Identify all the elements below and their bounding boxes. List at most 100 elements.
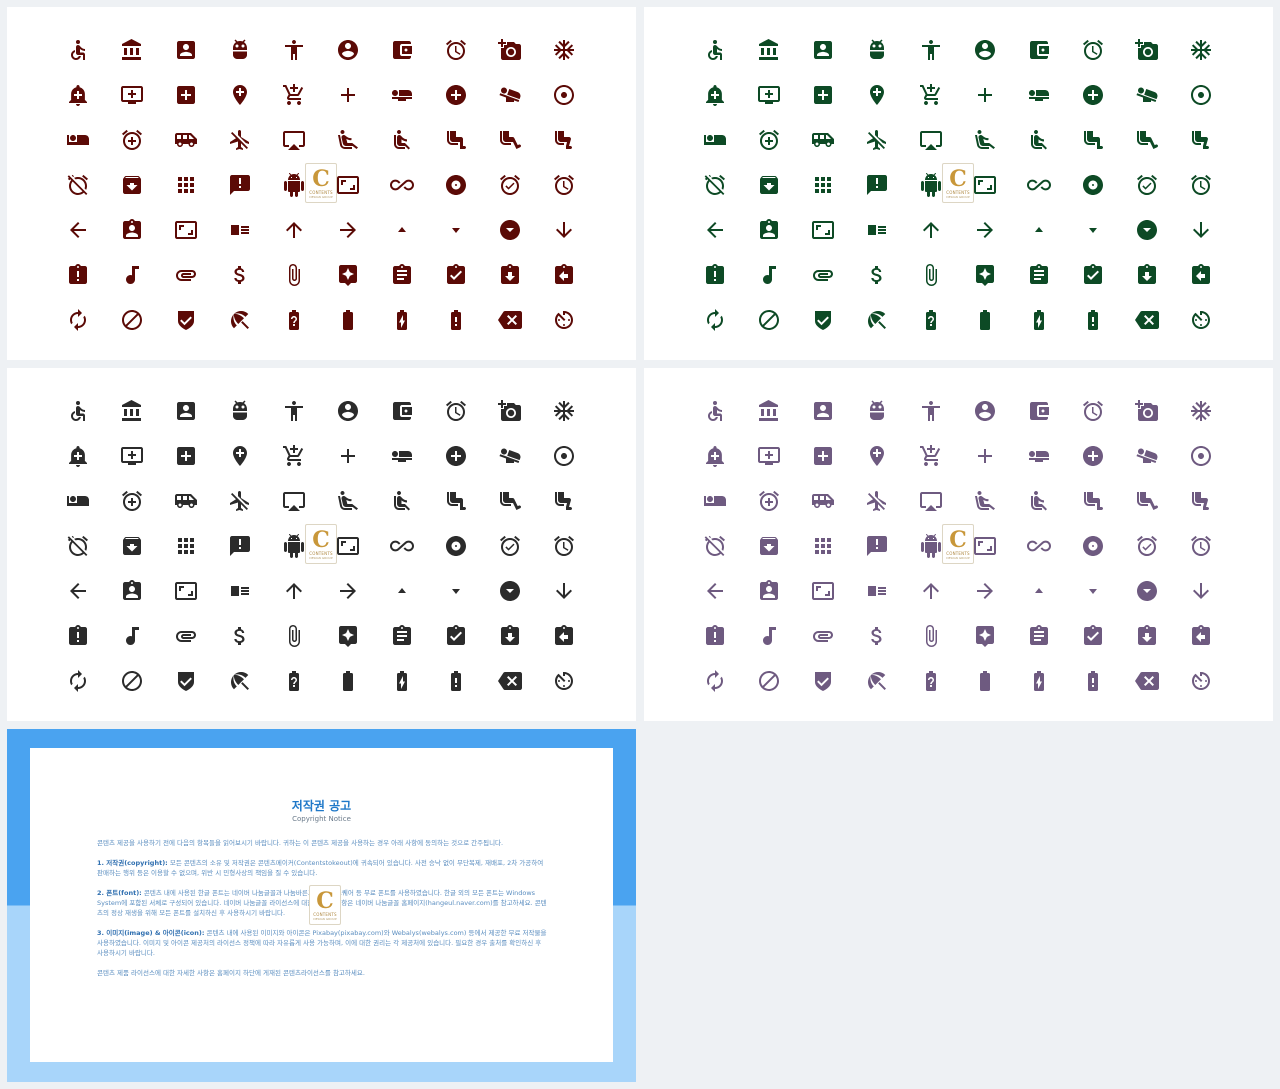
arrow-forward-icon <box>321 207 375 252</box>
assignment-ind-icon <box>105 568 159 613</box>
arrow-downward-icon <box>1174 207 1228 252</box>
section-label: 2. 폰트(font): <box>97 889 142 897</box>
attachment-icon <box>796 252 850 297</box>
audiotrack-icon <box>105 252 159 297</box>
alarm-icon <box>1066 27 1120 72</box>
airplay-icon <box>904 478 958 523</box>
assignment-returned-icon <box>1120 613 1174 658</box>
arrow-back-icon <box>51 568 105 613</box>
autorenew-icon <box>688 297 742 342</box>
access-alarm-icon <box>1174 523 1228 568</box>
all-inclusive-icon <box>375 162 429 207</box>
assignment-returned-icon <box>483 252 537 297</box>
autorenew-icon <box>51 658 105 703</box>
accessible-icon <box>51 388 105 433</box>
airline-seat-flat-icon <box>1012 72 1066 117</box>
watermark-logo: C CONTENTS DESIGN GROUP <box>942 524 974 564</box>
watermark-sub: DESIGN GROUP <box>946 555 970 560</box>
assignment-turned-in-icon <box>1066 613 1120 658</box>
battery-full-icon <box>321 658 375 703</box>
audiotrack-icon <box>742 252 796 297</box>
airline-seat-recline-normal-icon <box>375 117 429 162</box>
announcement-icon <box>213 162 267 207</box>
airline-seat-recline-normal-icon <box>375 478 429 523</box>
alarm-icon <box>429 27 483 72</box>
announcement-icon <box>213 523 267 568</box>
arrow-forward-icon <box>321 568 375 613</box>
assignment-icon <box>375 613 429 658</box>
announcement-icon <box>850 162 904 207</box>
assignment-ind-icon <box>105 207 159 252</box>
airport-shuttle-icon <box>159 478 213 523</box>
arrow-drop-up-icon <box>1012 207 1066 252</box>
bank-icon <box>742 27 796 72</box>
icon-slide-dark: C CONTENTS DESIGN GROUP <box>7 368 636 721</box>
adjust-icon <box>537 72 591 117</box>
aspect-icon <box>159 207 213 252</box>
assignment-turned-in-icon <box>429 613 483 658</box>
add-to-queue-icon <box>742 72 796 117</box>
airplanemode-inactive-icon <box>213 478 267 523</box>
alarm-add-icon <box>105 117 159 162</box>
airline-seat-individual-suite-icon <box>688 478 742 523</box>
airline-seat-legroom-reduced-icon <box>537 478 591 523</box>
arrow-forward-icon <box>958 568 1012 613</box>
airline-seat-legroom-reduced-icon <box>1174 478 1228 523</box>
airline-seat-individual-suite-icon <box>51 117 105 162</box>
attach-file-icon <box>904 252 958 297</box>
add-circle-icon <box>429 72 483 117</box>
ac-unit-icon <box>1174 27 1228 72</box>
assistant-icon <box>321 252 375 297</box>
autorenew-icon <box>51 297 105 342</box>
watermark-logo: C CONTENTS DESIGN GROUP <box>305 524 337 564</box>
add-location-icon <box>213 72 267 117</box>
account-circle-icon <box>321 27 375 72</box>
access-alarm-icon <box>537 162 591 207</box>
add-alert-icon <box>688 72 742 117</box>
airline-seat-legroom-normal-icon <box>429 478 483 523</box>
notice-intro: 콘텐츠 제공을 사용하기 전에 다음의 항목들을 읽어보시기 바랍니다. 귀하는… <box>97 839 504 847</box>
watermark-sub: DESIGN GROUP <box>309 555 333 560</box>
aspect-icon <box>796 207 850 252</box>
watermark-letter: C <box>316 887 334 914</box>
add-shopping-cart-icon <box>267 72 321 117</box>
alarm-add-icon <box>105 478 159 523</box>
add-alert-icon <box>688 433 742 478</box>
airline-seat-angled-icon <box>483 433 537 478</box>
backspace-icon <box>1120 297 1174 342</box>
assignment-icon <box>1012 252 1066 297</box>
airplanemode-inactive-icon <box>850 117 904 162</box>
beach-access-icon <box>850 297 904 342</box>
battery-charging-icon <box>375 297 429 342</box>
watermark-sub: DESIGN GROUP <box>946 194 970 199</box>
access-alarm-icon <box>1174 162 1228 207</box>
alarm-add-icon <box>742 478 796 523</box>
accessibility-icon <box>267 388 321 433</box>
airline-seat-legroom-normal-icon <box>1066 478 1120 523</box>
apps-icon <box>159 523 213 568</box>
airplanemode-inactive-icon <box>850 478 904 523</box>
arrow-drop-down-icon <box>1066 568 1120 613</box>
adjust-icon <box>1174 433 1228 478</box>
alarm-icon <box>1066 388 1120 433</box>
archive-icon <box>742 523 796 568</box>
block-icon <box>105 658 159 703</box>
arrow-downward-icon <box>1174 568 1228 613</box>
featured-video-icon <box>850 207 904 252</box>
airline-seat-flat-icon <box>375 433 429 478</box>
airplanemode-inactive-icon <box>213 117 267 162</box>
watermark-logo: C CONTENTS DESIGN GROUP <box>942 163 974 203</box>
av-timer-icon <box>537 658 591 703</box>
attach-file-icon <box>267 252 321 297</box>
arrow-back-icon <box>688 568 742 613</box>
access-alarm-icon <box>537 523 591 568</box>
notice-section: 3. 이미지(image) & 아이콘(icon): 콘텐츠 내에 사용된 이미… <box>97 928 549 958</box>
alarm-on-icon <box>483 162 537 207</box>
airline-seat-angled-icon <box>1120 433 1174 478</box>
backspace-icon <box>483 658 537 703</box>
airline-seat-angled-icon <box>483 72 537 117</box>
add-alert-icon <box>51 72 105 117</box>
arrow-upward-icon <box>267 207 321 252</box>
battery-unknown-icon <box>267 297 321 342</box>
watermark-letter: C <box>312 526 330 553</box>
